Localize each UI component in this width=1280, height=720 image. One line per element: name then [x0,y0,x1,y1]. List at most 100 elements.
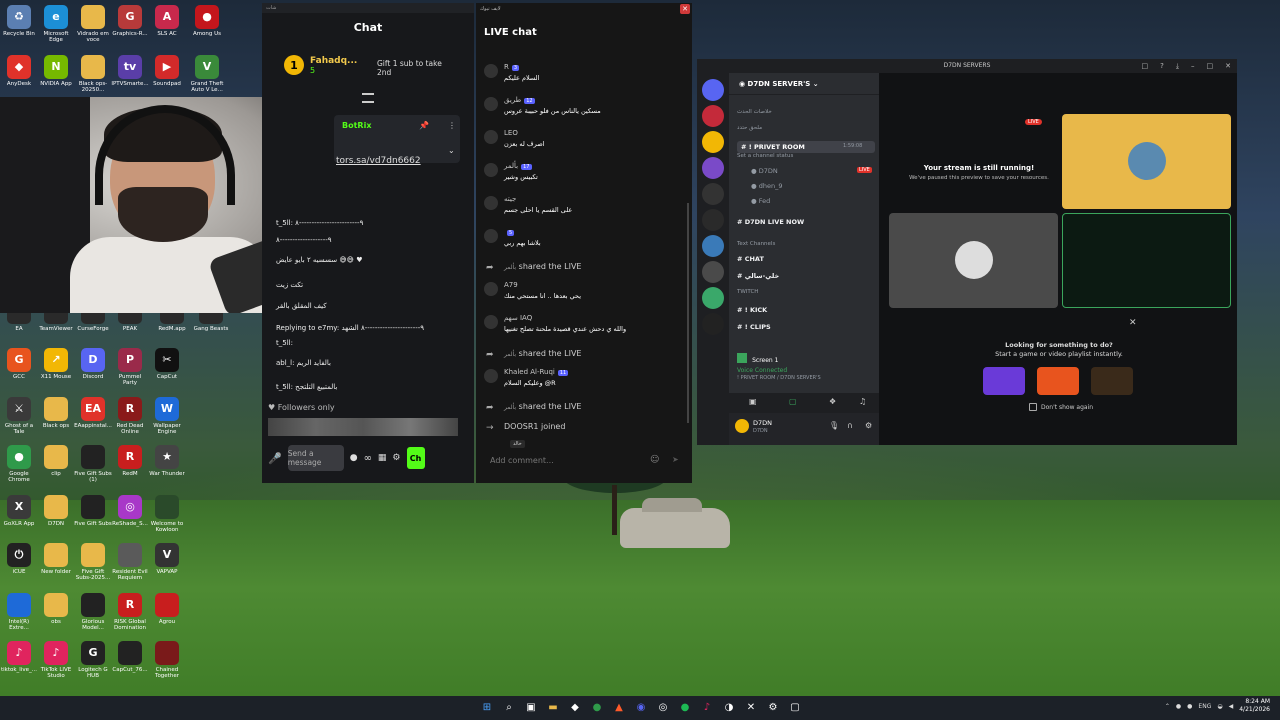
search-icon[interactable]: ⌕ [500,698,518,716]
event-username[interactable]: بألمر [504,351,516,358]
desktop-icon[interactable]: G GCC [0,348,38,380]
desktop-icon[interactable]: ♪ TikTok LIVE Studio [37,641,75,679]
steam-icon[interactable]: ◑ [720,698,738,716]
microphone-icon[interactable]: 🎤 [268,452,282,465]
emoji-icon[interactable]: ☺ [650,455,659,465]
channel-item[interactable]: Text Channels [737,241,775,247]
channel-item[interactable]: # ! KICK [737,306,767,314]
download-icon[interactable]: ⤓ [1176,59,1179,73]
desktop-icon[interactable]: P Pummel Party [111,348,149,386]
desktop-icon[interactable]: CapCut_76... [111,641,149,673]
chat-username[interactable]: طريق 12 [504,96,535,104]
chat-username[interactable]: R3 [504,63,520,71]
chevron-up-icon[interactable]: ⌃ [1165,703,1170,710]
desktop-icon[interactable]: Agrou [148,593,186,625]
desktop-icon[interactable]: ● Among Us [188,5,226,37]
desktop-icon[interactable]: Black ops-20250... [74,55,112,93]
server-icon[interactable] [702,287,724,309]
desktop-icon[interactable]: ▶ Soundpad [148,55,186,87]
channel-item[interactable]: # ! CLIPS [737,323,771,331]
desktop-icon[interactable]: Glorious Model... [74,593,112,631]
app-icon[interactable]: ✕ [742,698,760,716]
desktop-icon[interactable]: R RedM [111,445,149,477]
avatar[interactable] [735,419,749,433]
desktop-icon[interactable]: ◆ AnyDesk [0,55,38,87]
desktop-icon[interactable]: W Wallpaper Engine [148,397,186,435]
channel-item[interactable]: # CHAT [737,255,764,263]
desktop-icon[interactable]: ● Google Chrome [0,445,38,483]
desktop-icon[interactable]: R RISK Global Domination [111,593,149,631]
desktop-icon[interactable]: Five Gift Subs [74,495,112,527]
mute-mic-icon[interactable]: 🎙 [829,421,839,430]
server-name-header[interactable]: ◉ D7DN SERVER'S ⌄ [729,73,879,95]
close-icon[interactable]: ✕ [680,4,690,14]
chat-username[interactable]: سهم IAQ [504,314,532,322]
gift-leaderboard[interactable]: 1 Fahadq... 5 [284,55,357,75]
menu-handle-icon[interactable] [362,93,374,103]
headset-icon[interactable]: ∩ [847,421,853,430]
discord-titlebar[interactable]: D7DN SERVERS □ ? ⤓ – □ ✕ [697,59,1237,73]
channel-item[interactable]: # خلي-سالي [737,272,779,280]
server-icon[interactable] [702,105,724,127]
server-icon[interactable] [702,157,724,179]
desktop-icon[interactable]: R Red Dead Online [111,397,149,435]
user-settings-gear-icon[interactable]: ⚙ [865,421,872,430]
desktop-icon[interactable]: Resident Evil Requiem [111,543,149,581]
language-indicator[interactable]: ENG [1198,703,1211,710]
desktop-icon[interactable]: ✂ CapCut [148,348,186,380]
chat-scrollbar[interactable] [687,203,689,423]
desktop-icon[interactable]: D7DN [37,495,75,527]
chat-username[interactable]: 5 [504,228,515,236]
screen-share-row[interactable]: Screen 1 [737,347,871,365]
system-clock[interactable]: 8:24 AM 4/21/2026 [1239,698,1270,714]
help-icon[interactable]: ? [1160,59,1164,73]
discord-icon[interactable]: ◉ [632,698,650,716]
event-username[interactable]: بألمر [504,404,516,411]
dont-show-checkbox[interactable] [1029,403,1037,411]
server-icon-home[interactable] [702,79,724,101]
app-icon[interactable]: ▢ [786,698,804,716]
desktop-icon[interactable]: ♪ tiktok_live_... [0,641,38,673]
avatar[interactable] [484,229,498,243]
voice-participant[interactable]: ● D7DN [751,167,778,175]
add-comment-input[interactable]: Add comment... [484,453,666,469]
desktop-icon[interactable]: EA EAappinstal... [74,397,112,429]
avatar[interactable] [484,163,498,177]
activities-icon[interactable]: ❖ [829,397,836,406]
desktop-icon[interactable]: V Grand Theft Auto V Le... [188,55,226,93]
spotify-icon[interactable]: ● [676,698,694,716]
chat-username[interactable]: LEO [504,129,518,137]
obs-icon[interactable]: ◎ [654,698,672,716]
store-icon[interactable]: ▦ [378,453,387,463]
channel-item[interactable]: # D7DN LIVE NOW [737,218,804,226]
channel-item[interactable]: خلاصات الحدت [737,109,772,115]
wifi-icon[interactable]: ◒ [1217,703,1222,710]
desktop-icon[interactable]: New folder [37,543,75,575]
desktop-icon[interactable]: V VAPVAP [148,543,186,575]
pin-icon[interactable]: 📌 [419,121,429,130]
task-view-icon[interactable]: ▣ [522,698,540,716]
desktop-icon[interactable]: D Discord [74,348,112,380]
desktop-icon[interactable]: Black ops [37,397,75,429]
avatar[interactable] [484,97,498,111]
desktop-icon[interactable]: ⏻ iCUE [0,543,38,575]
desktop-icon[interactable]: ♻ Recycle Bin [0,5,38,37]
desktop-icon[interactable]: ★ War Thunder [148,445,186,477]
server-icon[interactable] [702,261,724,283]
desktop-icon[interactable]: clip [37,445,75,477]
desktop-icon[interactable]: Five Gift Subs-2025... [74,543,112,581]
channel-item[interactable]: TWITCH [737,289,758,295]
settings-gear-icon[interactable]: ⚙ [392,453,400,463]
send-message-input[interactable]: Send a message [287,445,344,471]
avatar[interactable] [484,64,498,78]
desktop-icon[interactable]: G Graphics-R... [111,5,149,37]
desktop-icon[interactable]: Chained Together [148,641,186,679]
chat-username[interactable]: جيته [504,195,516,203]
tray-icon[interactable]: ● [1187,703,1192,710]
volume-icon[interactable]: ◀ [1229,703,1234,710]
participant-tile-grey[interactable] [889,213,1058,308]
desktop-icon[interactable]: ↗ X11 Mouse [37,348,75,380]
inbox-icon[interactable]: □ [1142,59,1149,73]
file-explorer-icon[interactable]: ▬ [544,698,562,716]
desktop-icon[interactable]: X GoXLR App [0,495,38,527]
